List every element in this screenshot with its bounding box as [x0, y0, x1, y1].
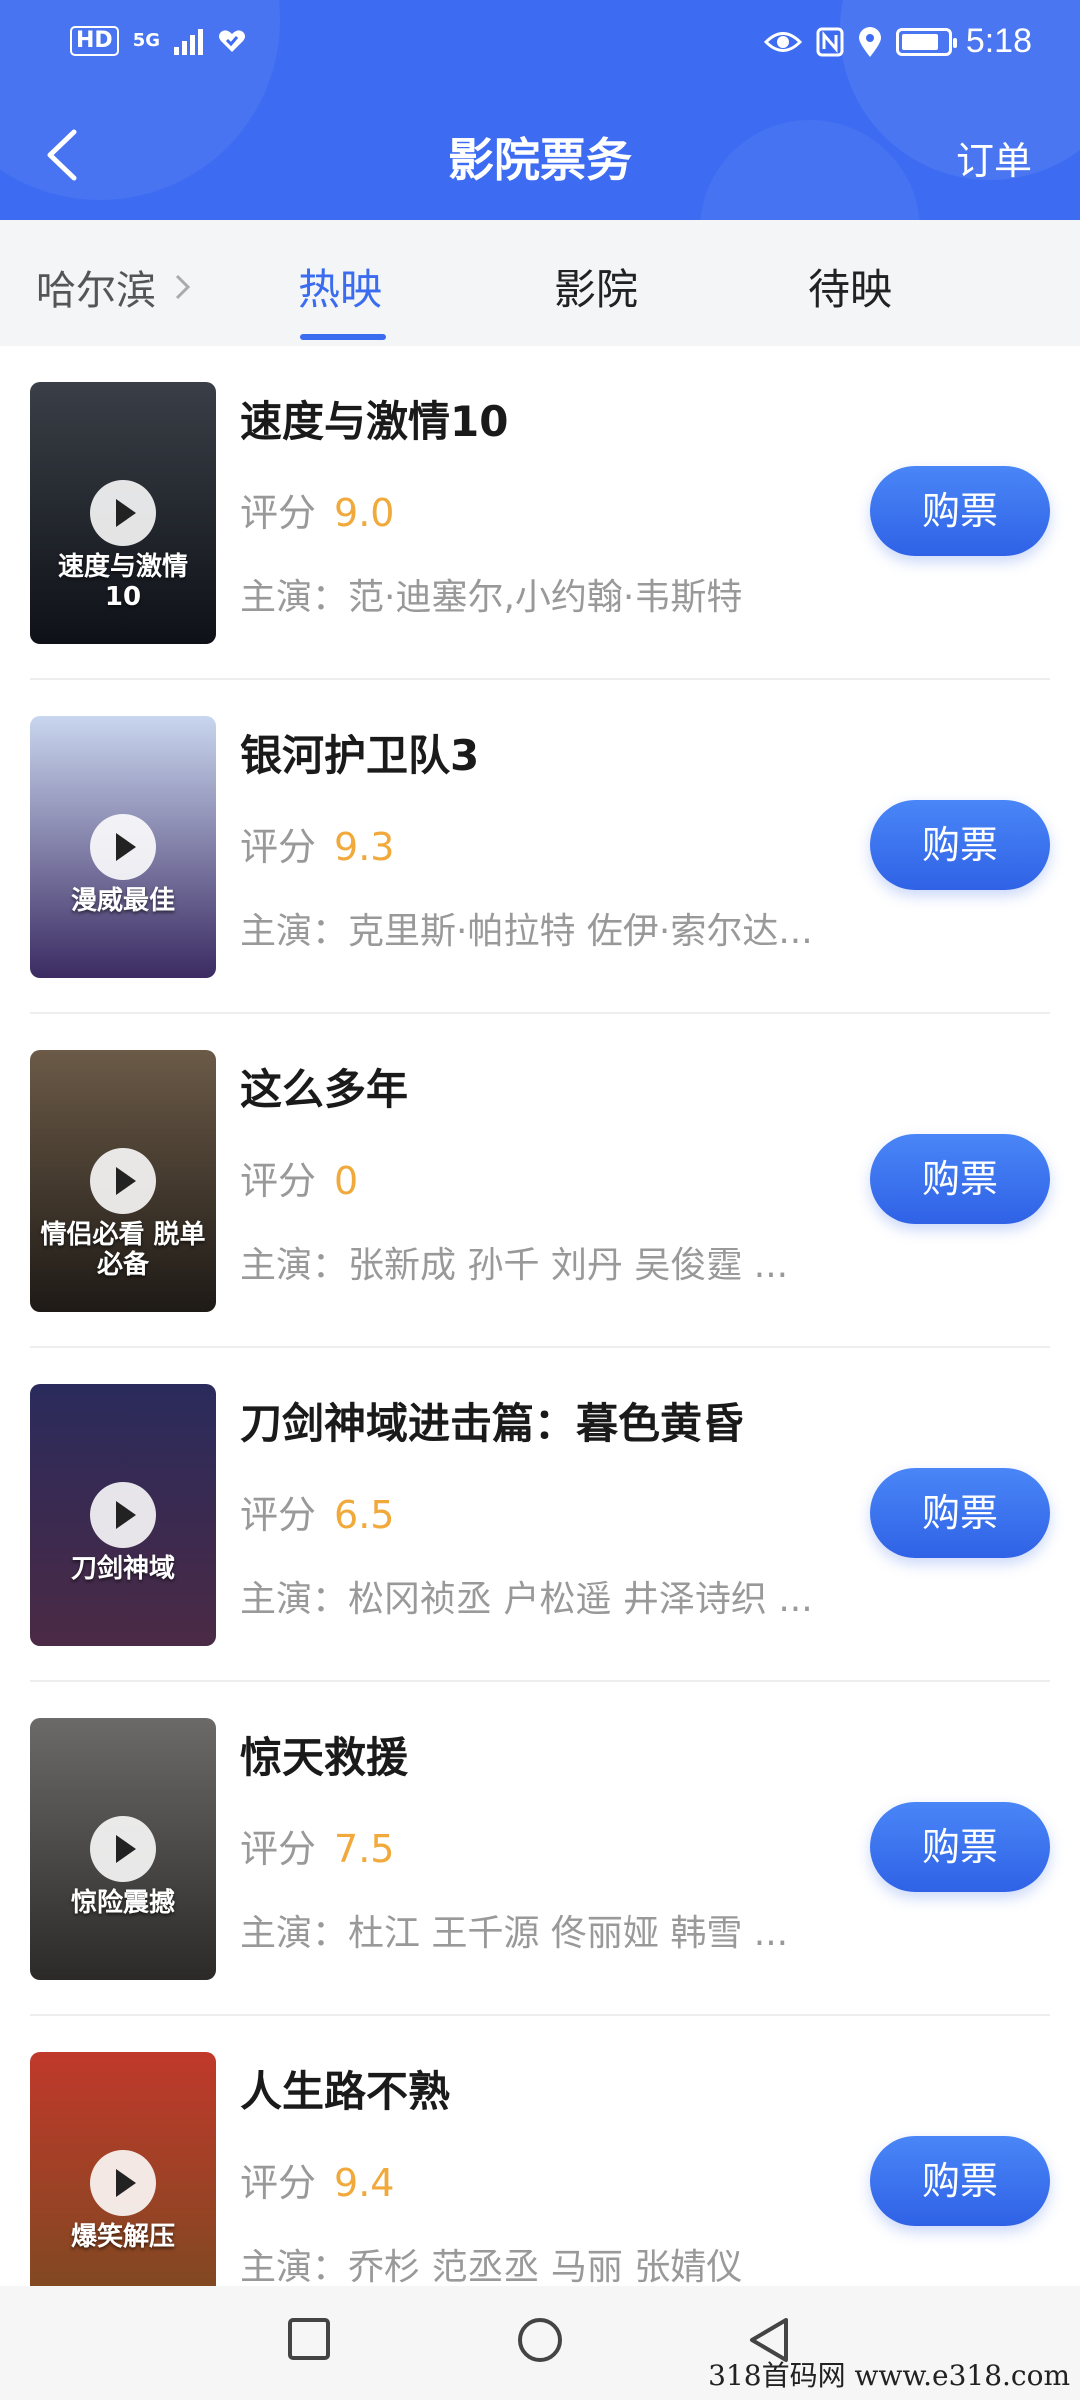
score-label: 评分: [240, 491, 317, 535]
buy-ticket-button[interactable]: 购票: [870, 466, 1050, 556]
play-icon[interactable]: [90, 480, 156, 546]
movie-score: 评分 6.5: [240, 1484, 394, 1539]
movie-title: 这么多年: [240, 1065, 409, 1114]
recent-apps-icon[interactable]: [286, 2316, 332, 2362]
movie-poster[interactable]: 速度与激情10: [30, 382, 216, 644]
score-label: 评分: [240, 1159, 317, 1203]
status-right: 5:18: [763, 22, 1032, 61]
score-value: 9.4: [334, 2161, 395, 2205]
signal-icon: [174, 27, 203, 55]
page-title: 影院票务: [448, 133, 632, 187]
status-time: 5:18: [965, 22, 1032, 60]
score-label: 评分: [240, 2161, 317, 2205]
movie-cast: 主演：张新成 孙千 刘丹 吴俊霆 ...: [240, 1245, 789, 1286]
movie-poster[interactable]: 惊险震撼: [30, 1718, 216, 1980]
city-label: 哈尔滨: [36, 268, 156, 314]
movie-item[interactable]: 情侣必看 脱单必备 这么多年 评分 0 主演：张新成 孙千 刘丹 吴俊霆 ... …: [0, 1014, 1080, 1348]
app-header: HD 5G 5:18 影院票务 订单: [0, 0, 1080, 220]
poster-text: 漫威最佳: [70, 886, 175, 916]
chevron-right-icon: [175, 274, 191, 300]
score-value: 7.5: [334, 1827, 395, 1871]
network-type: 5G: [132, 30, 160, 51]
movie-score: 评分 0: [240, 1150, 358, 1205]
movie-cast: 主演：松冈祯丞 户松遥 井泽诗织 ...: [240, 1579, 813, 1620]
battery-icon: [895, 27, 957, 56]
movie-cast: 主演：克里斯·帕拉特 佐伊·索尔达...: [240, 911, 813, 952]
poster-text: 速度与激情10: [57, 552, 188, 612]
eye-icon: [763, 31, 802, 52]
play-icon[interactable]: [90, 814, 156, 880]
movie-score: 评分 9.4: [240, 2152, 394, 2207]
home-icon[interactable]: [516, 2316, 564, 2364]
movie-cast: 主演：乔杉 范丞丞 马丽 张婧仪: [240, 2247, 743, 2286]
tab-cinemas[interactable]: 影院: [554, 256, 638, 317]
play-icon[interactable]: [90, 1482, 156, 1548]
tab-now-showing[interactable]: 热映: [298, 256, 382, 317]
movie-list: 速度与激情10 速度与激情10 评分 9.0 主演：范·迪塞尔,小约翰·韦斯特 购…: [0, 346, 1080, 2286]
city-selector[interactable]: 哈尔滨: [36, 258, 194, 316]
tab-bar: 哈尔滨 热映 影院 待映: [0, 220, 1080, 346]
poster-text: 爆笑解压: [70, 2222, 175, 2252]
score-label: 评分: [240, 825, 317, 869]
score-value: 0: [334, 1159, 359, 1203]
poster-text: 情侣必看 脱单必备: [40, 1220, 206, 1280]
movie-item[interactable]: 漫威最佳 银河护卫队3 评分 9.3 主演：克里斯·帕拉特 佐伊·索尔达... 购…: [0, 680, 1080, 1014]
nfc-icon: [816, 27, 844, 56]
location-icon: [858, 26, 881, 57]
movie-poster[interactable]: 情侣必看 脱单必备: [30, 1050, 216, 1312]
movie-item[interactable]: 速度与激情10 速度与激情10 评分 9.0 主演：范·迪塞尔,小约翰·韦斯特 购…: [0, 346, 1080, 680]
tab-coming-soon[interactable]: 待映: [808, 256, 892, 317]
play-icon[interactable]: [90, 1148, 156, 1214]
movie-cast: 主演：范·迪塞尔,小约翰·韦斯特: [240, 577, 743, 618]
score-value: 9.0: [334, 491, 395, 535]
movie-poster[interactable]: 刀剑神域: [30, 1384, 216, 1646]
movie-score: 评分 9.3: [240, 816, 394, 871]
hd-icon: HD: [70, 26, 119, 56]
buy-ticket-button[interactable]: 购票: [870, 1134, 1050, 1224]
movie-poster[interactable]: 漫威最佳: [30, 716, 216, 978]
play-icon[interactable]: [90, 2150, 156, 2216]
system-nav-bar: 318首码网 www.e318.com: [0, 2286, 1080, 2400]
movie-item[interactable]: 刀剑神域 刀剑神域进击篇：暮色黄昏 评分 6.5 主演：松冈祯丞 户松遥 井泽诗织…: [0, 1348, 1080, 1682]
active-tab-indicator: [300, 334, 386, 340]
movie-poster[interactable]: 爆笑解压: [30, 2052, 216, 2286]
buy-ticket-button[interactable]: 购票: [870, 1468, 1050, 1558]
movie-item[interactable]: 惊险震撼 惊天救援 评分 7.5 主演：杜江 王千源 佟丽娅 韩雪 ... 购票: [0, 1682, 1080, 2016]
poster-text: 刀剑神域: [70, 1554, 175, 1584]
heart-icon: [219, 30, 245, 52]
movie-title: 速度与激情10: [240, 397, 509, 446]
status-left: HD 5G: [70, 26, 247, 56]
movie-title: 银河护卫队3: [240, 731, 480, 780]
movie-title: 惊天救援: [240, 1733, 409, 1782]
status-bar: HD 5G 5:18: [0, 0, 1080, 92]
score-value: 9.3: [334, 825, 395, 869]
movie-title: 人生路不熟: [240, 2067, 451, 2116]
watermark: 318首码网 www.e318.com: [708, 2359, 1070, 2392]
movie-score: 评分 7.5: [240, 1818, 394, 1873]
battery-fill: [901, 33, 939, 50]
score-label: 评分: [240, 1827, 317, 1871]
movie-score: 评分 9.0: [240, 482, 394, 537]
buy-ticket-button[interactable]: 购票: [870, 800, 1050, 890]
nav-bar: 影院票务 订单: [0, 100, 1080, 210]
movie-title: 刀剑神域进击篇：暮色黄昏: [240, 1399, 745, 1448]
score-label: 评分: [240, 1493, 317, 1537]
movie-cast: 主演：杜江 王千源 佟丽娅 韩雪 ...: [240, 1913, 789, 1954]
orders-button[interactable]: 订单: [956, 130, 1032, 185]
buy-ticket-button[interactable]: 购票: [870, 2136, 1050, 2226]
play-icon[interactable]: [90, 1816, 156, 1882]
buy-ticket-button[interactable]: 购票: [870, 1802, 1050, 1892]
score-value: 6.5: [334, 1493, 395, 1537]
movie-item[interactable]: 爆笑解压 人生路不熟 评分 9.4 主演：乔杉 范丞丞 马丽 张婧仪 购票: [0, 2016, 1080, 2286]
poster-text: 惊险震撼: [70, 1888, 175, 1918]
